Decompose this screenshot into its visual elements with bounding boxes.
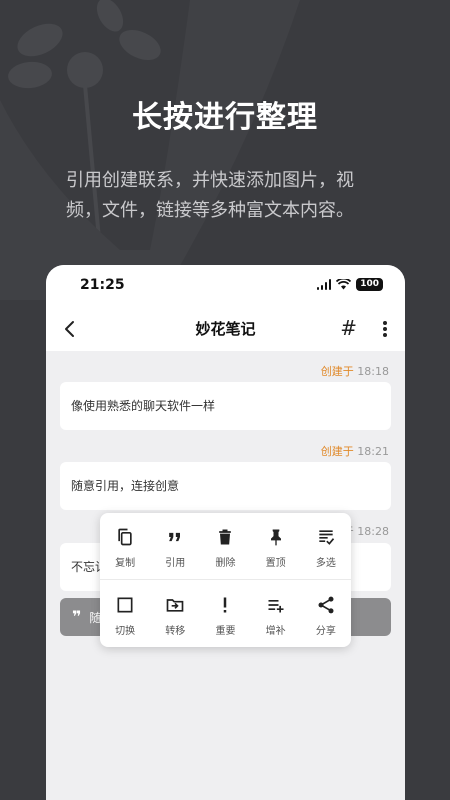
menu-item-share[interactable]: 分享	[301, 581, 351, 647]
quote-mark-icon: ❞	[72, 607, 82, 626]
menu-item-delete[interactable]: 删除	[200, 513, 250, 579]
flower-decoration-icon	[0, 0, 300, 300]
status-time: 21:25	[80, 277, 125, 293]
menu-item-copy[interactable]: 复制	[100, 513, 150, 579]
note-item[interactable]: 随意引用，连接创意	[60, 462, 391, 510]
context-menu: 复制 引用 删除 置顶 多选 切换 转移 重要 增补 分享	[100, 513, 351, 647]
menu-label: 多选	[315, 558, 336, 569]
quote-icon	[169, 532, 181, 542]
wifi-icon	[336, 279, 352, 290]
share-icon	[318, 596, 334, 614]
note-item[interactable]: 像使用熟悉的聊天软件一样	[60, 382, 391, 430]
context-menu-row: 复制 引用 删除 置顶 多选	[100, 513, 351, 579]
menu-item-move[interactable]: 转移	[150, 581, 200, 647]
status-icons: 100	[316, 278, 383, 291]
menu-label: 增补	[265, 626, 286, 637]
menu-label: 引用	[165, 558, 186, 569]
menu-divider	[100, 579, 351, 580]
copy-icon	[118, 528, 132, 546]
more-vert-icon[interactable]	[381, 317, 389, 341]
trash-icon	[219, 529, 232, 545]
menu-label: 转移	[165, 626, 186, 637]
multiselect-icon	[319, 530, 334, 545]
menu-item-quote[interactable]: 引用	[150, 513, 200, 579]
menu-item-add[interactable]: 增补	[251, 581, 301, 647]
menu-label: 删除	[215, 558, 236, 569]
hashtag-icon[interactable]: #	[340, 316, 357, 340]
pin-icon	[270, 529, 281, 546]
subtitle: 引用创建联系，并快速添加图片，视频，文件，链接等多种富文本内容。	[66, 170, 354, 221]
note-timestamp: 创建于 18:21	[320, 445, 389, 458]
note-text: 像使用熟悉的聊天软件一样	[71, 399, 216, 413]
menu-label: 置顶	[265, 558, 286, 569]
status-bar: 21:25 100	[46, 265, 405, 307]
context-menu-row: 切换 转移 重要 增补 分享	[100, 581, 351, 647]
note-text: 随意引用，连接创意	[71, 479, 180, 493]
menu-item-multiselect[interactable]: 多选	[301, 513, 351, 579]
menu-item-toggle[interactable]: 切换	[100, 581, 150, 647]
toggle-square-icon	[117, 597, 133, 613]
app-bar: 妙花笔记 #	[46, 307, 405, 351]
add-list-icon	[268, 600, 284, 613]
headline: 长按进行整理	[132, 100, 318, 135]
menu-label: 重要	[215, 626, 236, 637]
menu-label: 切换	[115, 626, 136, 637]
signal-icon	[316, 279, 332, 290]
menu-label: 分享	[315, 626, 336, 637]
menu-item-important[interactable]: 重要	[200, 581, 250, 647]
note-timestamp: 创建于 18:18	[320, 365, 389, 378]
important-icon	[224, 597, 227, 613]
menu-item-pin[interactable]: 置顶	[251, 513, 301, 579]
move-folder-icon	[166, 599, 184, 612]
menu-label: 复制	[115, 558, 136, 569]
battery-icon: 100	[356, 278, 383, 291]
